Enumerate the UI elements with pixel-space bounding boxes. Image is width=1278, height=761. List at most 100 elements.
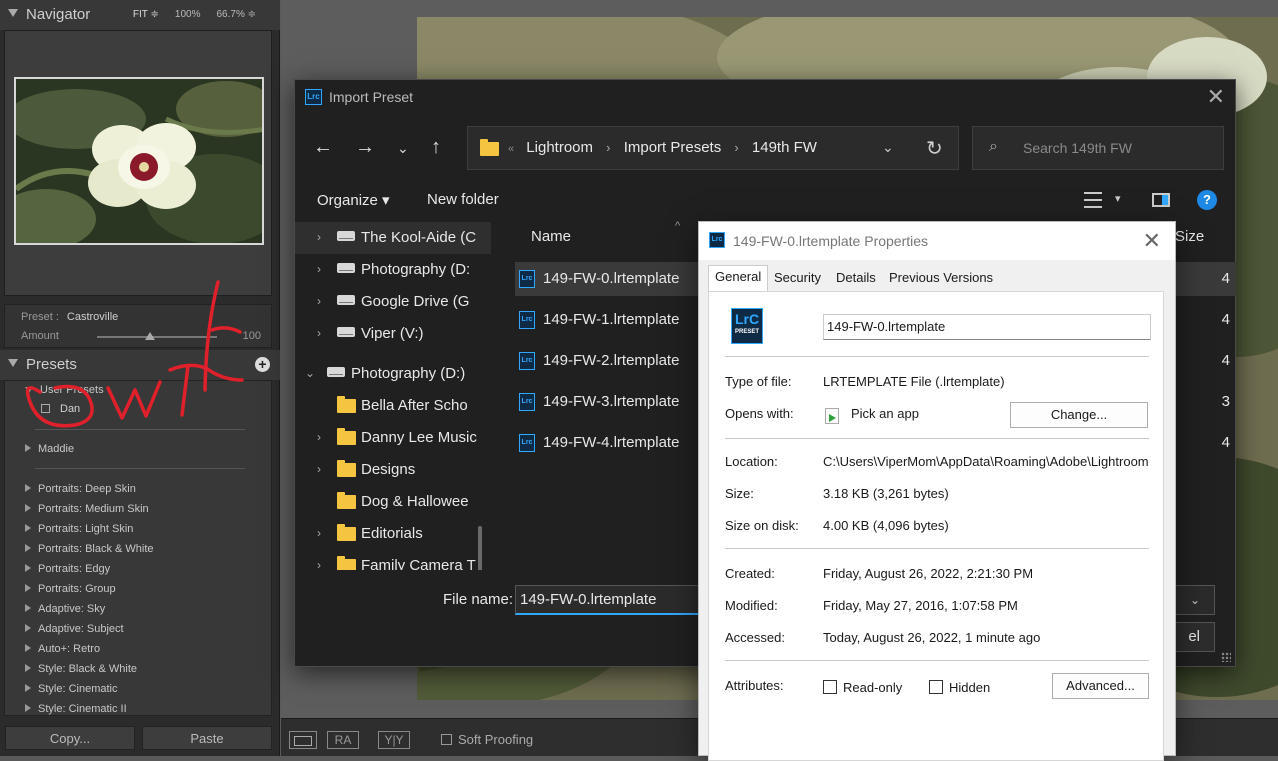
tab-general[interactable]: General	[708, 265, 769, 292]
read-only-checkbox[interactable]	[823, 680, 837, 694]
loupe-view-button[interactable]	[289, 731, 317, 749]
expand-chevron-icon[interactable]: ›	[317, 430, 321, 444]
search-input[interactable]: Search 149th FW	[1023, 140, 1132, 156]
up-arrow-icon[interactable]: ↑	[431, 136, 441, 159]
help-icon[interactable]: ?	[1197, 190, 1217, 210]
preset-group[interactable]: Style: Cinematic II	[25, 703, 127, 715]
preset-group[interactable]: Style: Black & White	[25, 663, 137, 675]
preset-group[interactable]: Auto+: Retro	[25, 643, 100, 655]
file-name-input[interactable]: 149-FW-0.lrtemplate	[515, 585, 715, 615]
tree-item[interactable]: › Photography (D:	[295, 254, 491, 286]
ra-compare-button[interactable]: RA	[327, 731, 359, 749]
expand-chevron-icon[interactable]: ⌄	[305, 366, 315, 380]
tab-security[interactable]: Security	[774, 267, 821, 291]
dialog-title-bar[interactable]: Lrc Import Preset ✕	[295, 80, 1235, 114]
expand-chevron-icon[interactable]: ›	[317, 294, 321, 308]
preset-group[interactable]: Portraits: Black & White	[25, 543, 154, 555]
change-button[interactable]: Change...	[1010, 402, 1148, 428]
copy-button[interactable]: Copy...	[5, 726, 135, 750]
tree-item[interactable]: ⌄ Photography (D:)	[295, 358, 491, 390]
close-icon[interactable]: ✕	[1143, 228, 1161, 254]
organize-menu-button[interactable]: Organize ▾	[317, 191, 390, 209]
opens-with-label: Opens with:	[725, 406, 794, 421]
address-bar[interactable]: « Lightroom › Import Presets › 149th FW …	[467, 126, 959, 170]
address-dropdown-chevron-icon[interactable]: ⌄	[882, 139, 894, 156]
preset-group[interactable]: Adaptive: Sky	[25, 603, 105, 615]
expand-chevron-icon[interactable]: ›	[317, 262, 321, 276]
zoom-fit-option[interactable]: FIT ≑	[133, 9, 159, 20]
flower-thumbnail-image	[16, 79, 262, 243]
tree-item-label: Photography (D:)	[351, 365, 466, 382]
collapse-triangle-icon[interactable]	[8, 9, 18, 17]
file-type-dropdown-chevron-icon[interactable]: ⌄	[1175, 585, 1215, 615]
hidden-checkbox[interactable]	[929, 680, 943, 694]
tree-item[interactable]: › The Kool-Aide (C	[295, 222, 491, 254]
close-icon[interactable]: ✕	[1207, 84, 1225, 110]
column-header-size[interactable]: Size	[1175, 228, 1204, 245]
group-label: Portraits: Group	[38, 583, 116, 595]
tree-scrollbar[interactable]	[478, 526, 482, 570]
resize-grip-icon[interactable]	[1221, 652, 1231, 662]
expand-chevron-icon[interactable]: ›	[317, 462, 321, 476]
properties-title-bar[interactable]: Lrc 149-FW-0.lrtemplate Properties ✕	[699, 222, 1175, 260]
navigator-zoom-options: FIT ≑ 100% 66.7% ≑	[133, 9, 256, 20]
folder-icon	[480, 139, 499, 156]
soft-proofing-checkbox[interactable]	[441, 734, 452, 745]
expand-chevron-icon[interactable]: ›	[317, 326, 321, 340]
breadcrumb-import-presets[interactable]: Import Presets	[624, 139, 722, 156]
tree-item[interactable]: › Viper (V:)	[295, 318, 491, 350]
refresh-icon[interactable]: ↻	[926, 136, 943, 161]
sort-caret-icon: ^	[675, 220, 681, 232]
column-header-name[interactable]: Name	[531, 228, 571, 245]
expand-chevron-icon[interactable]: ›	[317, 558, 321, 570]
file-size: 4	[1221, 311, 1230, 328]
new-folder-button[interactable]: New folder	[427, 191, 499, 208]
tree-item[interactable]: › Family Camera T	[295, 550, 491, 570]
tree-item-label: Danny Lee Music	[361, 429, 477, 446]
advanced-button[interactable]: Advanced...	[1052, 673, 1149, 699]
preset-group[interactable]: Style: Cinematic	[25, 683, 117, 695]
preset-group[interactable]: Portraits: Light Skin	[25, 523, 133, 535]
tree-item[interactable]: › Google Drive (G	[295, 286, 491, 318]
tree-item[interactable]: Bella After Scho	[295, 390, 491, 422]
preset-group-maddie[interactable]: Maddie	[25, 443, 74, 455]
breadcrumb-149th-fw[interactable]: 149th FW	[752, 139, 817, 156]
tree-item[interactable]: › Danny Lee Music	[295, 422, 491, 454]
preset-group[interactable]: Adaptive: Subject	[25, 623, 124, 635]
preset-group[interactable]: Portraits: Medium Skin	[25, 503, 149, 515]
hidden-label[interactable]: Hidden	[949, 680, 990, 695]
tab-previous-versions[interactable]: Previous Versions	[889, 267, 993, 291]
tree-item[interactable]: › Designs	[295, 454, 491, 486]
back-arrow-icon[interactable]: ←	[313, 136, 333, 159]
preview-pane-icon[interactable]	[1152, 193, 1170, 207]
preset-group[interactable]: Portraits: Deep Skin	[25, 483, 136, 495]
read-only-label[interactable]: Read-only	[843, 680, 902, 695]
expand-chevron-icon[interactable]: ›	[317, 230, 321, 244]
breadcrumb-separator-icon[interactable]: ›	[606, 140, 610, 155]
tree-item[interactable]: Dog & Hallowee	[295, 486, 491, 518]
file-name: 149-FW-2.lrtemplate	[543, 352, 680, 369]
file-name-field[interactable]: 149-FW-0.lrtemplate	[823, 314, 1151, 340]
preset-group[interactable]: Portraits: Group	[25, 583, 116, 595]
breadcrumb-separator-icon[interactable]: ›	[734, 140, 738, 155]
recent-locations-chevron-icon[interactable]: ⌄	[397, 140, 409, 157]
tree-item[interactable]: › Editorials	[295, 518, 491, 550]
view-dropdown-chevron-icon[interactable]: ▾	[1115, 192, 1121, 205]
created-label: Created:	[725, 566, 775, 581]
forward-arrow-icon[interactable]: →	[355, 136, 375, 159]
yy-compare-button[interactable]: Y|Y	[378, 731, 410, 749]
zoom-667-option[interactable]: 66.7% ≑	[216, 9, 256, 20]
zoom-100-option[interactable]: 100%	[175, 9, 201, 20]
overflow-chevron-icon[interactable]: «	[508, 143, 514, 155]
preset-group[interactable]: Portraits: Edgy	[25, 563, 110, 575]
navigator-thumbnail[interactable]	[14, 77, 264, 245]
breadcrumb-lightroom[interactable]: Lightroom	[526, 139, 593, 156]
tab-details[interactable]: Details	[836, 267, 876, 291]
paste-button[interactable]: Paste	[142, 726, 272, 750]
group-label: Adaptive: Sky	[38, 603, 106, 615]
tree-item-label: Family Camera T	[361, 557, 476, 570]
navigator-header[interactable]: Navigator FIT ≑ 100% 66.7% ≑	[0, 0, 280, 30]
expand-chevron-icon[interactable]: ›	[317, 526, 321, 540]
search-box[interactable]: ⌕ Search 149th FW	[972, 126, 1224, 170]
view-options-icon[interactable]	[1084, 192, 1102, 208]
